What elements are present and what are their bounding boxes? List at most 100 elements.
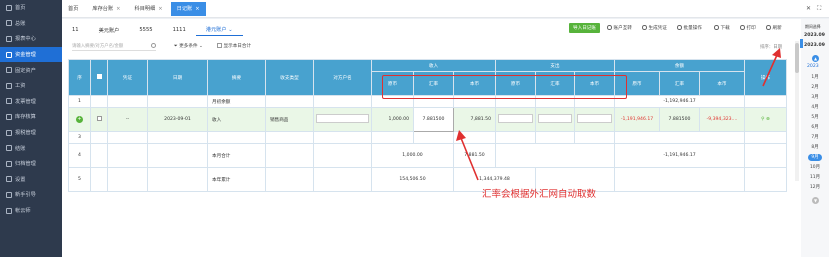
sidebar-item[interactable]: 设置 xyxy=(0,172,62,188)
sidebar-item[interactable]: 发票管理 xyxy=(0,94,62,110)
sidebar-item[interactable]: 库存核算 xyxy=(0,109,62,125)
table-row-month-total: 4 本月合计 1,000.00 7,881.50 -1,191,946.17 xyxy=(68,143,787,168)
month-option[interactable]: 7月 xyxy=(808,134,822,140)
month-option[interactable]: 8月 xyxy=(808,144,822,150)
cell-voucher: -- xyxy=(107,107,148,132)
tab[interactable]: 日记账 × xyxy=(170,1,206,16)
cell-out-orig[interactable] xyxy=(495,107,536,132)
cell-select xyxy=(90,107,108,132)
cell-in-rate[interactable]: 7.881500 xyxy=(413,107,454,132)
cell-ops xyxy=(744,131,787,144)
select-all-checkbox[interactable] xyxy=(96,74,102,79)
month-option[interactable]: 2月 xyxy=(808,84,822,90)
sidebar-item[interactable]: 帐云师 xyxy=(0,203,62,219)
out-orig-input[interactable] xyxy=(498,114,533,123)
out-local-input[interactable] xyxy=(577,114,612,123)
cell-out-local xyxy=(574,131,615,144)
close-tab-icon[interactable]: × xyxy=(116,6,120,12)
tab[interactable]: 科目明细 × xyxy=(129,2,169,16)
cell-balance: -1,191,946.17 xyxy=(614,143,745,168)
close-tab-icon[interactable]: × xyxy=(195,6,199,12)
panel-handle[interactable] xyxy=(800,39,803,48)
month-option[interactable]: 6月 xyxy=(808,124,822,130)
cell-in-orig[interactable]: 1,000.00 xyxy=(371,107,414,132)
cell-category xyxy=(265,143,314,168)
cell-category xyxy=(265,95,314,108)
sidebar-item[interactable]: 报税管理 xyxy=(0,125,62,141)
period-end[interactable]: 2023.09 xyxy=(804,43,825,48)
table-area: 序 凭证 日期 摘要 收支类型 对方户名 收入 支出 余额 操作 原币 汇率 本… xyxy=(62,19,801,257)
sidebar-item-label: 报表中心 xyxy=(15,36,36,43)
cell-summary: 本月合计 xyxy=(207,143,266,168)
home-icon xyxy=(6,4,12,11)
cell-date[interactable]: 2023-09-01 xyxy=(147,107,208,132)
sidebar: 首页总账报表中心资金管理 固定资产工资发票管理 库存核算报税管理结账 归档管理 设置 新手… xyxy=(0,0,62,257)
fullscreen-icon[interactable]: ⛶ xyxy=(817,5,821,13)
cell-in-local[interactable]: 7,881.50 xyxy=(453,107,496,132)
sidebar-item[interactable]: 新手引导 xyxy=(0,187,62,203)
cell-in-orig: 1,000.00 xyxy=(371,143,454,168)
sidebar-item[interactable]: 资金管理 xyxy=(0,46,62,63)
month-option[interactable]: 4月 xyxy=(808,104,822,110)
sidebar-item[interactable]: 报表中心 xyxy=(0,31,62,47)
tab[interactable]: 库存台账 × xyxy=(86,2,126,16)
sidebar-item-label: 报税管理 xyxy=(15,130,36,137)
table-row-editing[interactable]: + -- 2023-09-01 收入 销售商品 1,000.00 7.88150… xyxy=(68,107,787,132)
cell-out-rate[interactable] xyxy=(535,107,575,132)
cell-counterparty xyxy=(313,143,372,168)
cell-seq: 5 xyxy=(68,167,91,192)
col-date: 日期 xyxy=(147,59,208,96)
sidebar-item[interactable]: 首页 xyxy=(0,0,62,16)
cell-seq: 4 xyxy=(68,143,91,168)
month-option[interactable]: 5月 xyxy=(808,114,822,120)
cell-select xyxy=(90,143,108,168)
month-option[interactable]: 3月 xyxy=(808,94,822,100)
add-row-icon[interactable]: + xyxy=(76,116,83,123)
col-ops: 操作 xyxy=(744,59,787,96)
tab-label: 日记账 xyxy=(176,6,193,12)
cell-summary: 本年累计 xyxy=(207,167,266,192)
close-icon[interactable]: ✕ xyxy=(806,5,811,12)
year-up-icon[interactable]: ▲ xyxy=(812,55,819,62)
cell-date xyxy=(147,143,208,168)
year-down-icon[interactable]: ▼ xyxy=(812,197,819,204)
sidebar-item-label: 帐云师 xyxy=(15,208,31,215)
sidebar-item[interactable]: 归档管理 xyxy=(0,156,62,172)
sidebar-item-label: 工资 xyxy=(15,83,26,90)
col-income: 收入 xyxy=(371,59,496,72)
period-start[interactable]: 2023.09 xyxy=(804,33,825,38)
delete-icon[interactable]: ⊗ xyxy=(766,117,770,122)
cell-counterparty[interactable] xyxy=(313,107,372,132)
table-row[interactable]: 3 xyxy=(68,131,787,144)
cell-bal-orig: -1,191,946.17 xyxy=(614,107,660,132)
out-rate-input[interactable] xyxy=(538,114,572,123)
tab-label: 科目明细 xyxy=(134,6,156,12)
sidebar-item[interactable]: 工资 xyxy=(0,78,62,94)
gear-icon xyxy=(6,176,12,183)
report-icon xyxy=(6,35,12,42)
tab-bar: 首页 库存台账 × 科目明细 × 日记账 × xyxy=(62,0,829,18)
cell-out-local[interactable] xyxy=(574,107,615,132)
col-expense: 支出 xyxy=(495,59,615,72)
month-option[interactable]: 9月 xyxy=(808,154,822,161)
counterparty-input[interactable] xyxy=(316,114,369,123)
col-select xyxy=(90,59,108,96)
tab[interactable]: 首页 xyxy=(62,2,84,16)
cell-summary[interactable]: 收入 xyxy=(207,107,266,132)
link-icon[interactable]: ⚲ xyxy=(761,117,764,122)
cell-in-rate xyxy=(413,131,454,144)
month-option[interactable]: 11月 xyxy=(808,174,822,180)
row-checkbox[interactable] xyxy=(96,116,102,121)
cell-category[interactable]: 销售商品 xyxy=(265,107,314,132)
sidebar-item[interactable]: 固定资产 xyxy=(0,62,62,78)
month-option[interactable]: 1月 xyxy=(808,74,822,80)
cell-balance xyxy=(614,131,745,144)
period-title: 期间选择 xyxy=(805,24,821,29)
fund-icon xyxy=(6,51,12,58)
sidebar-item[interactable]: 总账 xyxy=(0,16,62,32)
close-tab-icon[interactable]: × xyxy=(158,6,162,12)
sidebar-item[interactable]: 结账 xyxy=(0,140,62,156)
sidebar-item-label: 首页 xyxy=(15,5,26,12)
month-option[interactable]: 10月 xyxy=(808,164,822,170)
month-option[interactable]: 12月 xyxy=(808,184,822,190)
